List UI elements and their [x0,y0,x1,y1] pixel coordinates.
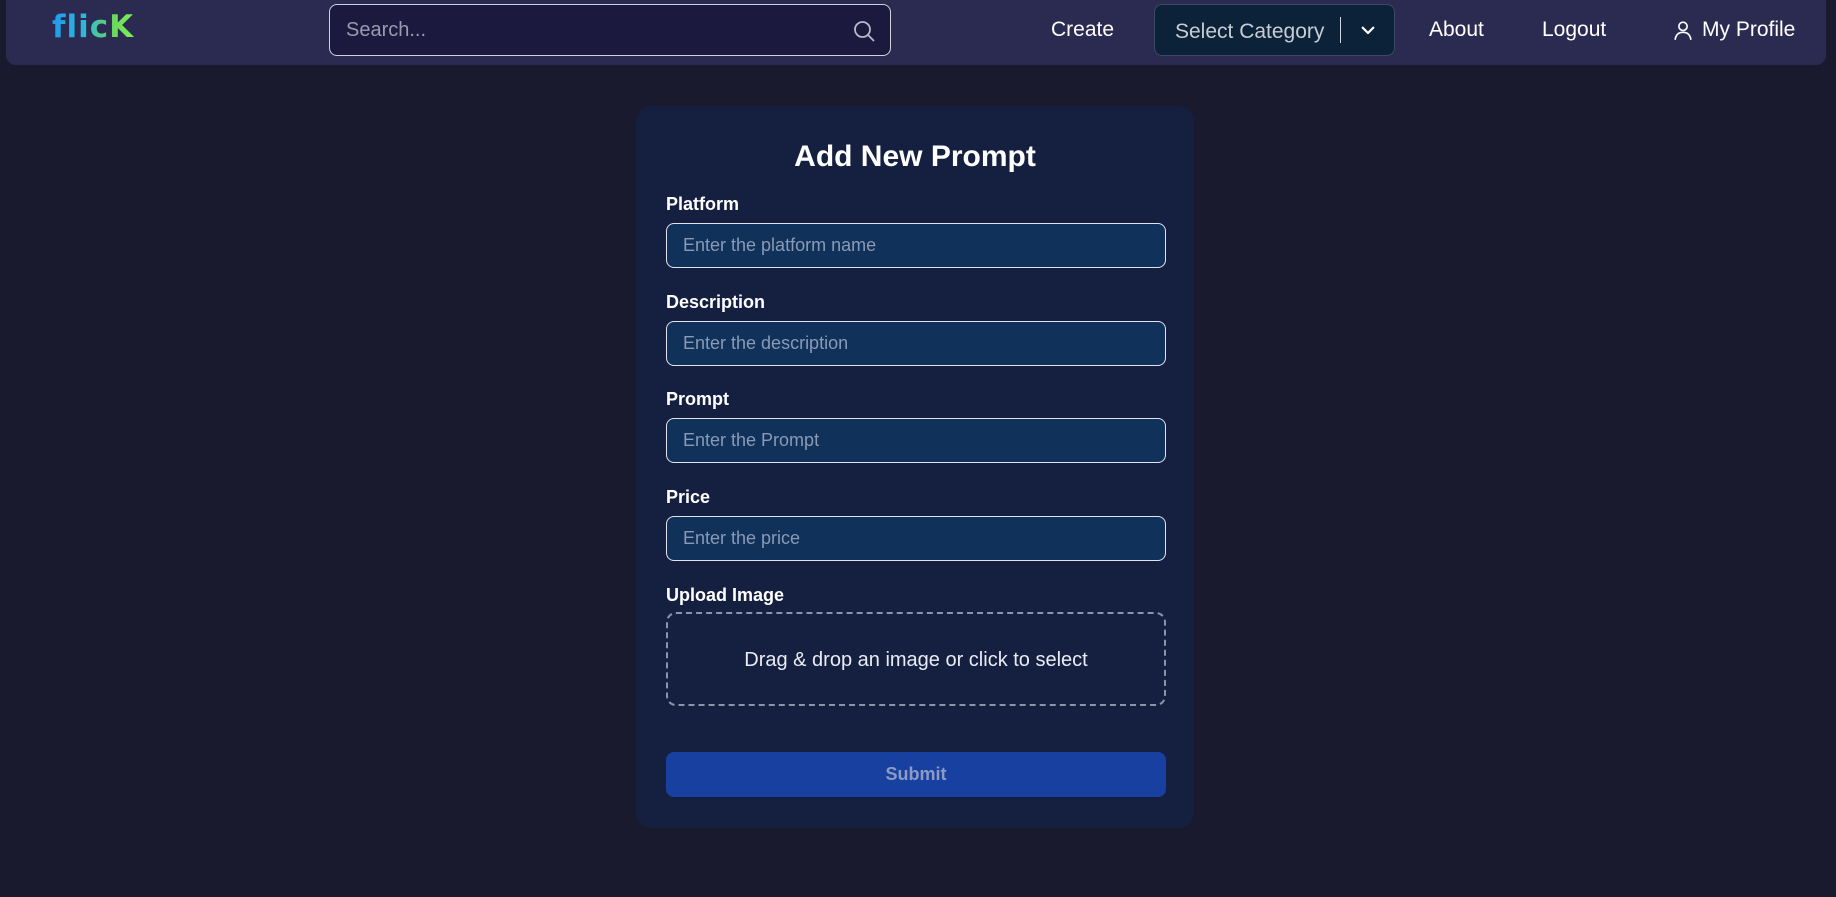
category-select[interactable]: Select Category [1154,4,1395,56]
user-icon [1674,21,1692,40]
category-divider [1340,17,1341,43]
prompt-input[interactable] [666,418,1166,463]
nav-create-link[interactable]: Create [1051,18,1114,42]
submit-button[interactable]: Submit [666,752,1166,797]
page-title: Add New Prompt [794,140,1036,173]
nav-logout-link[interactable]: Logout [1542,18,1606,42]
upload-image-label: Upload Image [666,585,785,605]
description-label: Description [666,292,766,312]
logo[interactable]: flicK [52,9,134,45]
price-label: Price [666,487,711,507]
dropzone-hint: Drag & drop an image or click to select [744,649,1088,671]
add-prompt-card: Add New Prompt Platform Description Prom… [636,106,1194,828]
image-dropzone[interactable]: Drag & drop an image or click to select [666,612,1166,706]
platform-input[interactable] [666,223,1166,268]
navbar: flicK Create Select Category About Logou… [6,0,1826,65]
platform-label: Platform [666,194,740,214]
nav-about-link[interactable]: About [1429,18,1484,42]
search-icon[interactable] [852,19,876,43]
description-input[interactable] [666,321,1166,366]
chevron-down-icon[interactable] [1359,21,1377,39]
category-select-label: Select Category [1175,20,1325,43]
price-input[interactable] [666,516,1166,561]
search-box[interactable] [329,4,891,56]
prompt-label: Prompt [666,389,729,409]
search-input[interactable] [344,5,824,55]
profile-label: My Profile [1702,18,1796,41]
